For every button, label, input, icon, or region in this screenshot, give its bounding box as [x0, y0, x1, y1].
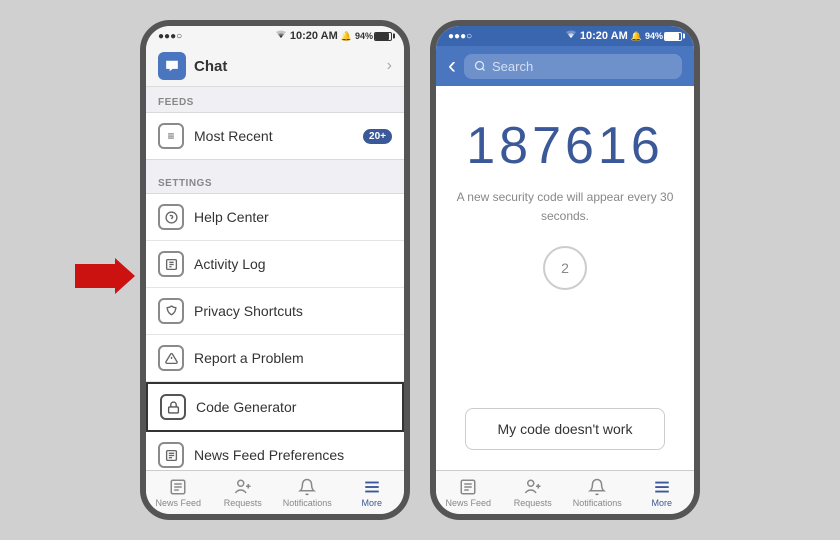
activity-log-item[interactable]: Activity Log [146, 241, 404, 288]
settings-list: Help Center Activity Log P [146, 193, 404, 470]
most-recent-item[interactable]: ≡ Most Recent 20+ [146, 112, 404, 160]
privacy-shortcuts-icon [158, 298, 184, 324]
left-tab-bar: News Feed Requests Notifications More [146, 470, 404, 514]
right-phone: ●●●○ 10:20 AM 🔔 94% ‹ [430, 20, 700, 520]
left-nav-bar: Chat › [146, 46, 404, 87]
settings-section-header: SETTINGS [146, 168, 404, 193]
code-subtitle: A new security code will appear every 30… [456, 188, 674, 226]
code-generator-icon [160, 394, 186, 420]
help-center-icon [158, 204, 184, 230]
timer-value: 2 [561, 260, 569, 276]
left-phone: ●●●○ 10:20 AM 🔔 94% [140, 20, 410, 520]
tab-requests-label: Requests [224, 498, 262, 508]
left-phone-content: FEEDS ≡ Most Recent 20+ SETTINGS Help Ce… [146, 87, 404, 470]
right-wifi-icon [565, 30, 577, 42]
report-problem-label: Report a Problem [194, 350, 392, 366]
back-button[interactable]: ‹ [448, 52, 456, 80]
tab-more-label: More [361, 498, 382, 508]
right-tab-more-label: More [651, 498, 672, 508]
left-status-bar: ●●●○ 10:20 AM 🔔 94% [146, 26, 404, 46]
security-code: 187616 [466, 116, 664, 176]
tab-news-feed[interactable]: News Feed [146, 471, 211, 514]
news-feed-pref-item[interactable]: News Feed Preferences [146, 432, 404, 470]
right-nav-bar: ‹ Search [436, 46, 694, 86]
tab-notifications-label: Notifications [283, 498, 332, 508]
news-feed-pref-icon [158, 442, 184, 468]
right-battery: 94% [645, 31, 682, 41]
privacy-shortcuts-item[interactable]: Privacy Shortcuts [146, 288, 404, 335]
most-recent-badge: 20+ [363, 129, 392, 144]
alarm-icon: 🔔 [341, 31, 352, 42]
help-center-item[interactable]: Help Center [146, 194, 404, 241]
code-section: 187616 A new security code will appear e… [436, 86, 694, 470]
nav-title: Chat [194, 58, 379, 75]
right-alarm-icon: 🔔 [631, 31, 642, 42]
right-tab-requests-label: Requests [514, 498, 552, 508]
right-time-display: 10:20 AM [580, 30, 628, 42]
code-generator-item[interactable]: Code Generator [146, 382, 404, 432]
nav-arrow: › [387, 57, 392, 75]
activity-log-icon [158, 251, 184, 277]
tab-requests[interactable]: Requests [211, 471, 276, 514]
signal-icon: ●●●○ [158, 31, 182, 42]
tab-news-feed-label: News Feed [155, 498, 201, 508]
wifi-icon [275, 30, 287, 42]
red-arrow [75, 258, 135, 299]
tab-more[interactable]: More [340, 471, 405, 514]
right-tab-more[interactable]: More [630, 471, 695, 514]
timer-circle: 2 [543, 246, 587, 290]
right-signal-icon: ●●●○ [448, 31, 472, 42]
right-tab-notifications-label: Notifications [573, 498, 622, 508]
most-recent-label: Most Recent [194, 128, 353, 144]
battery-indicator: 94% [355, 31, 392, 41]
right-tab-news-feed-label: News Feed [445, 498, 491, 508]
tab-notifications[interactable]: Notifications [275, 471, 340, 514]
code-doesnt-work-button[interactable]: My code doesn't work [465, 408, 665, 450]
right-tab-bar: News Feed Requests Notifications More [436, 470, 694, 514]
privacy-shortcuts-label: Privacy Shortcuts [194, 303, 392, 319]
search-bar[interactable]: Search [464, 54, 682, 79]
most-recent-icon: ≡ [158, 123, 184, 149]
chat-icon [158, 52, 186, 80]
right-tab-news-feed[interactable]: News Feed [436, 471, 501, 514]
right-tab-requests[interactable]: Requests [501, 471, 566, 514]
battery-pct: 94% [355, 31, 373, 41]
news-feed-pref-label: News Feed Preferences [194, 447, 392, 463]
time-display: 10:20 AM [290, 30, 338, 42]
code-generator-label: Code Generator [196, 399, 390, 415]
help-center-label: Help Center [194, 209, 392, 225]
report-problem-item[interactable]: Report a Problem [146, 335, 404, 382]
right-tab-notifications[interactable]: Notifications [565, 471, 630, 514]
report-problem-icon [158, 345, 184, 371]
activity-log-label: Activity Log [194, 256, 392, 272]
search-placeholder: Search [492, 59, 533, 74]
right-status-bar: ●●●○ 10:20 AM 🔔 94% [436, 26, 694, 46]
right-battery-pct: 94% [645, 31, 663, 41]
feeds-section-header: FEEDS [146, 87, 404, 112]
